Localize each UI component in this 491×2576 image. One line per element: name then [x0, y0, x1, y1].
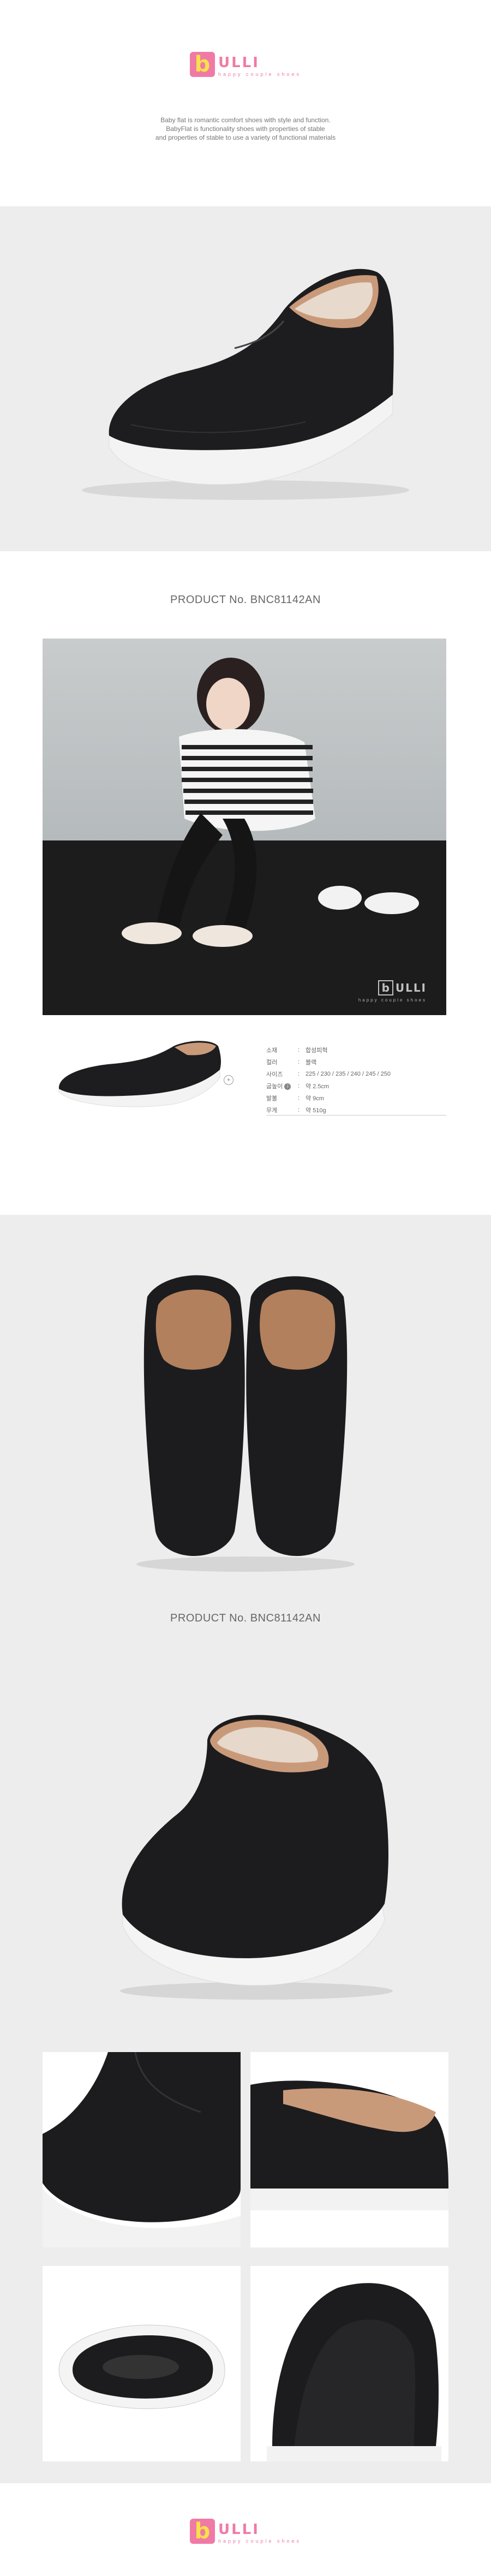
- spec-colon: :: [298, 1083, 300, 1089]
- spec-row-color: 컬러 : 블랙: [266, 1056, 446, 1068]
- info-icon: i: [284, 1083, 291, 1090]
- detail-tile-heel: [250, 2052, 448, 2247]
- intro-line-3: and properties of stable to use a variet…: [155, 134, 336, 141]
- logo-b-mark: b: [189, 52, 215, 77]
- photo-watermark-logo: b ULLI happy couple shoes: [358, 980, 427, 1003]
- spec-label: 사이즈: [266, 1071, 283, 1078]
- spec-label: 무게: [266, 1107, 278, 1114]
- spec-colon: :: [298, 1107, 300, 1113]
- spec-colon: :: [298, 1071, 300, 1077]
- angle-view-section: [0, 1663, 491, 2032]
- spec-row-size: 사이즈 : 225 / 230 / 235 / 240 / 245 / 250: [266, 1068, 446, 1080]
- detail-heel-image: [250, 2080, 448, 2210]
- detail-tile-back: [250, 2266, 448, 2461]
- product-detail-page: b ULLI happy couple shoes Baby flat is r…: [0, 0, 491, 2576]
- front-view-section: PRODUCT No. BNC81142AN: [0, 1215, 491, 1663]
- intro-line-1: Baby flat is romantic comfort shoes with…: [160, 116, 331, 124]
- spec-row-heel-height: 굽높이 i : 약 2.5cm: [266, 1080, 446, 1092]
- shoe-angle-view-image: [120, 1715, 393, 2000]
- hero-photo-section: [0, 206, 491, 551]
- shoe-pair-front-image: [136, 1275, 355, 1572]
- spec-value: 225 / 230 / 235 / 240 / 245 / 250: [306, 1071, 391, 1077]
- spec-colon: :: [298, 1059, 300, 1065]
- shoe-side-view-image: [82, 269, 409, 500]
- footer-logo-tagline: happy couple shoes: [218, 2538, 302, 2544]
- footer-logo-b-mark: b: [189, 2519, 215, 2544]
- product-code-2: PRODUCT No. BNC81142AN: [170, 1612, 321, 1624]
- watermark-tagline: happy couple shoes: [358, 998, 427, 1003]
- footer-logo-letter: b: [194, 2519, 211, 2544]
- logo-wordmark: ULLI: [218, 55, 260, 71]
- model-figure-image: [122, 658, 419, 947]
- spec-label-text: 굽높이: [266, 1083, 283, 1090]
- footer-logo: b ULLI happy couple shoes: [0, 2519, 491, 2544]
- footer-logo-wordmark: ULLI: [218, 2521, 260, 2538]
- model-lifestyle-photo: b ULLI happy couple shoes: [43, 639, 446, 1015]
- intro-line-2: BabyFlat is functionality shoes with pro…: [166, 125, 325, 133]
- spec-row-width: 발볼 : 약 9cm: [266, 1092, 446, 1104]
- spec-row-weight: 무게 : 약 510g: [266, 1104, 446, 1116]
- detail-sole-image: [58, 2324, 225, 2409]
- logo-tagline: happy couple shoes: [218, 71, 302, 77]
- spec-label: 컬러: [266, 1059, 278, 1066]
- spec-label: 발볼: [266, 1095, 278, 1102]
- detail-tile-toe: [43, 2052, 241, 2247]
- zoom-icon[interactable]: +: [224, 1075, 233, 1085]
- detail-toe-image: [43, 2052, 241, 2247]
- spec-colon: :: [298, 1095, 300, 1101]
- spec-value: 블랙: [306, 1059, 317, 1066]
- spec-row-material: 소재 : 합성피혁: [266, 1044, 446, 1056]
- spec-divider: [266, 1115, 446, 1116]
- spec-label: 굽높이 i: [266, 1082, 298, 1090]
- spec-value: 약 2.5cm: [306, 1083, 330, 1090]
- detail-back-image: [267, 2283, 441, 2461]
- logo-letter: b: [194, 52, 211, 77]
- spec-colon: :: [298, 1047, 300, 1053]
- spec-value: 합성피혁: [306, 1047, 328, 1054]
- product-code: PRODUCT No. BNC81142AN: [170, 594, 321, 606]
- shoe-thumbnail-image: [58, 1041, 221, 1107]
- spec-label: 소재: [266, 1047, 278, 1054]
- header-logo: b ULLI happy couple shoes: [0, 52, 491, 77]
- spec-value: 약 9cm: [306, 1095, 324, 1102]
- spec-table: 소재 : 합성피혁 컬러 : 블랙 사이즈 : 225 / 230 / 235 …: [266, 1044, 446, 1116]
- watermark-wordmark: ULLI: [395, 981, 427, 994]
- detail-tile-sole: [43, 2266, 241, 2461]
- spec-value: 약 510g: [306, 1107, 326, 1114]
- intro-text: Baby flat is romantic comfort shoes with…: [0, 116, 491, 142]
- watermark-letter: b: [378, 980, 393, 995]
